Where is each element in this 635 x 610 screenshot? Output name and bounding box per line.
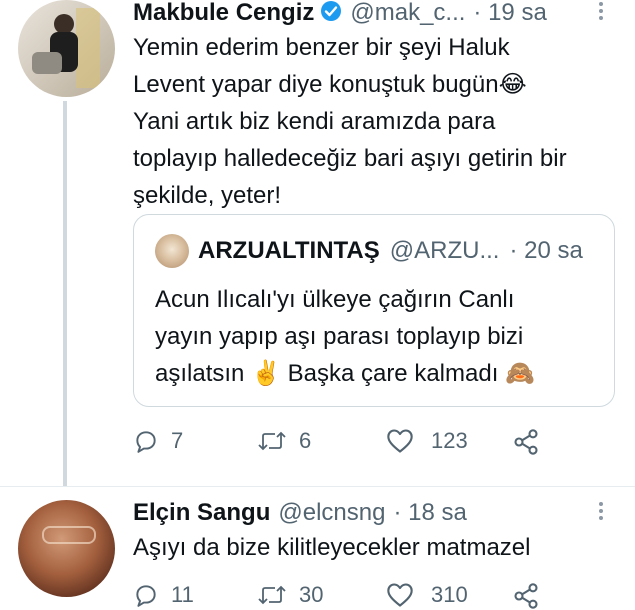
share-icon	[512, 428, 540, 456]
tweet-line: şekilde, yeter!	[133, 182, 282, 209]
retweet-count: 6	[299, 428, 312, 453]
tweet-header: Elçin Sangu @elcnsng · 18 sa	[133, 498, 467, 528]
divider	[0, 486, 635, 487]
thread-line	[63, 101, 67, 486]
quote-line: yayın yapıp aşı parası toplayıp bizi	[155, 323, 524, 350]
verified-badge-icon	[320, 0, 342, 27]
reply-button[interactable]: 7	[133, 428, 183, 454]
reply-count: 11	[171, 582, 194, 607]
retweet-count: 30	[299, 582, 324, 607]
avatar[interactable]	[18, 0, 115, 97]
tweet-line: Yemin ederim benzer bir şeyi Haluk	[133, 34, 510, 61]
heart-icon	[386, 582, 414, 608]
tweet-line: Yani artık biz kendi aramızda para	[133, 108, 496, 135]
quote-timestamp: · 20 sa	[509, 237, 583, 264]
retweet-icon	[257, 582, 287, 608]
timestamp[interactable]: · 18 sa	[393, 499, 466, 527]
retweet-button[interactable]: 30	[257, 582, 323, 608]
tweet-line: toplayıp halledeceğiz bari aşıyı getirin…	[133, 145, 567, 172]
more-icon[interactable]	[598, 502, 604, 523]
more-icon[interactable]	[598, 2, 604, 23]
reply-button[interactable]: 11	[133, 582, 194, 608]
like-count: 310	[431, 582, 468, 607]
retweet-icon	[257, 428, 287, 454]
tweet-line: Levent yapar diye konuştuk bugün😂	[133, 71, 527, 98]
author-handle[interactable]: @elcnsng	[278, 499, 385, 527]
quote-author-name: ARZUALTINTAŞ	[198, 237, 380, 264]
quote-avatar[interactable]	[155, 234, 189, 268]
quote-text: Acun Ilıcalı'yı ülkeye çağırın Canlı yay…	[155, 281, 610, 392]
share-button[interactable]	[512, 582, 540, 610]
quote-tweet[interactable]: ARZUALTINTAŞ @ARZU... · 20 sa Acun Ilıca…	[133, 214, 615, 407]
heart-icon	[386, 428, 414, 454]
author-name[interactable]: Elçin Sangu	[133, 499, 270, 527]
reply-icon	[133, 428, 159, 454]
tweet-text: Aşıyı da bize kilitleyecekler matmazel	[133, 534, 531, 561]
share-button[interactable]	[512, 428, 540, 456]
reply-count: 7	[171, 428, 184, 453]
quote-author-handle: @ARZU...	[389, 237, 500, 264]
timestamp[interactable]: · 19 sa	[473, 0, 546, 27]
quote-line: aşılatsın ✌️ Başka çare kalmadı 🙈	[155, 360, 535, 387]
quote-line: Acun Ilıcalı'yı ülkeye çağırın Canlı	[155, 286, 515, 313]
share-icon	[512, 582, 540, 610]
tweet-header: Makbule Cengiz @mak_c... · 19 sa	[133, 0, 547, 28]
like-button[interactable]: 123	[386, 428, 468, 454]
author-name[interactable]: Makbule Cengiz	[133, 0, 314, 27]
reply-icon	[133, 582, 159, 608]
avatar[interactable]	[18, 500, 115, 597]
quote-header: ARZUALTINTAŞ @ARZU... · 20 sa	[198, 237, 583, 265]
retweet-button[interactable]: 6	[257, 428, 311, 454]
like-count: 123	[431, 428, 468, 453]
like-button[interactable]: 310	[386, 582, 468, 608]
author-handle[interactable]: @mak_c...	[350, 0, 465, 27]
tweet-text: Yemin ederim benzer bir şeyi Haluk Leven…	[133, 29, 613, 214]
